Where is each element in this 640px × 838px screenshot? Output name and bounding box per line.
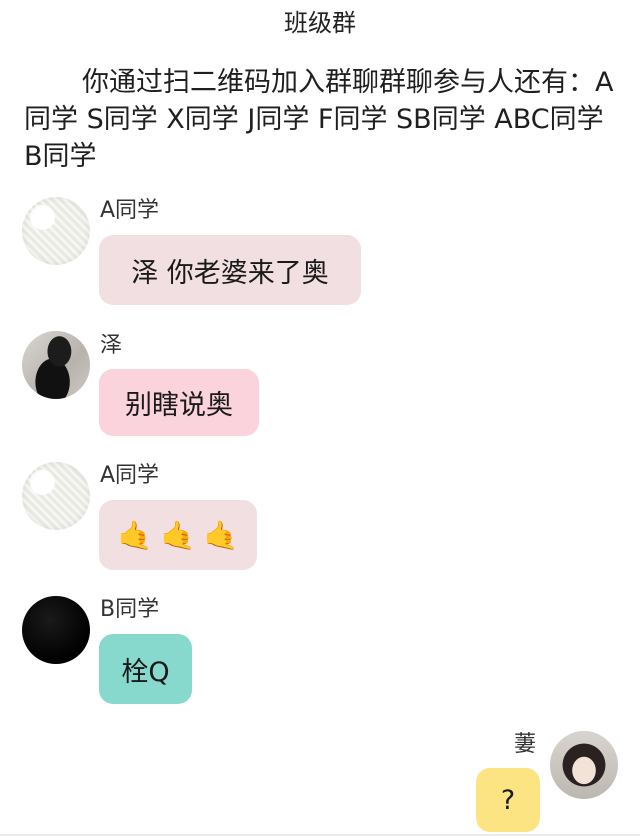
avatar[interactable]: [22, 462, 90, 530]
call-me-hand-emoji: 🤙: [117, 518, 153, 552]
sender-name: A同学: [100, 198, 160, 223]
group-join-notice: 你通过扫二维码加入群聊群聊参与人还有：A同学 S同学 X同学 J同学 F同学 S…: [24, 67, 614, 172]
sender-name: B同学: [100, 597, 160, 622]
message-bubble[interactable]: 🤙 🤙 🤙: [99, 500, 257, 570]
avatar[interactable]: [22, 331, 90, 399]
message-text: 别瞎说奥: [125, 390, 233, 421]
message-text: ?: [500, 784, 516, 816]
sender-name: 萋: [514, 732, 537, 757]
message-bubble[interactable]: 别瞎说奥: [99, 369, 259, 436]
divider: [0, 834, 640, 836]
message-bubble[interactable]: ?: [476, 768, 540, 832]
emoji-row: 🤙 🤙 🤙: [118, 519, 239, 552]
call-me-hand-emoji: 🤙: [203, 518, 239, 552]
avatar[interactable]: [22, 596, 90, 664]
sender-name: A同学: [100, 463, 160, 488]
message-bubble[interactable]: 栓Q: [99, 634, 192, 704]
chat-title: 班级群: [284, 9, 356, 37]
avatar[interactable]: [22, 197, 90, 265]
call-me-hand-emoji: 🤙: [160, 518, 196, 552]
message-text: 泽 你老婆来了奥: [131, 257, 329, 289]
message-text: 栓Q: [121, 656, 170, 688]
avatar[interactable]: [550, 731, 618, 799]
sender-name: 泽: [100, 333, 123, 358]
message-bubble[interactable]: 泽 你老婆来了奥: [99, 235, 361, 305]
